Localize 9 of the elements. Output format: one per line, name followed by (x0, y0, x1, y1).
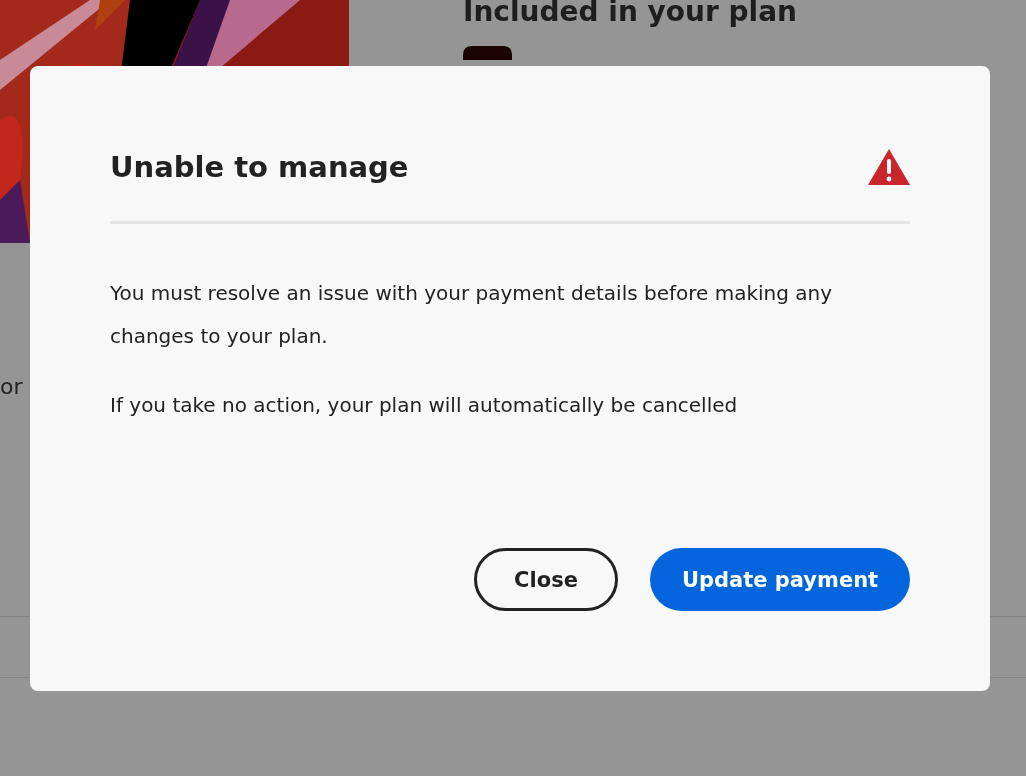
update-payment-button[interactable]: Update payment (650, 548, 910, 611)
warning-icon (868, 149, 910, 185)
body-text: or (0, 374, 23, 399)
close-button[interactable]: Close (474, 548, 618, 611)
dialog-message: You must resolve an issue with your payment details before making any changes to your plan. (110, 280, 834, 350)
app-icon (463, 46, 512, 60)
section-heading: Included in your plan (463, 0, 798, 30)
dialog-message: If you take no action, your plan will automatically be cancelled (110, 392, 739, 419)
dialog-title: Unable to manage (110, 150, 409, 184)
